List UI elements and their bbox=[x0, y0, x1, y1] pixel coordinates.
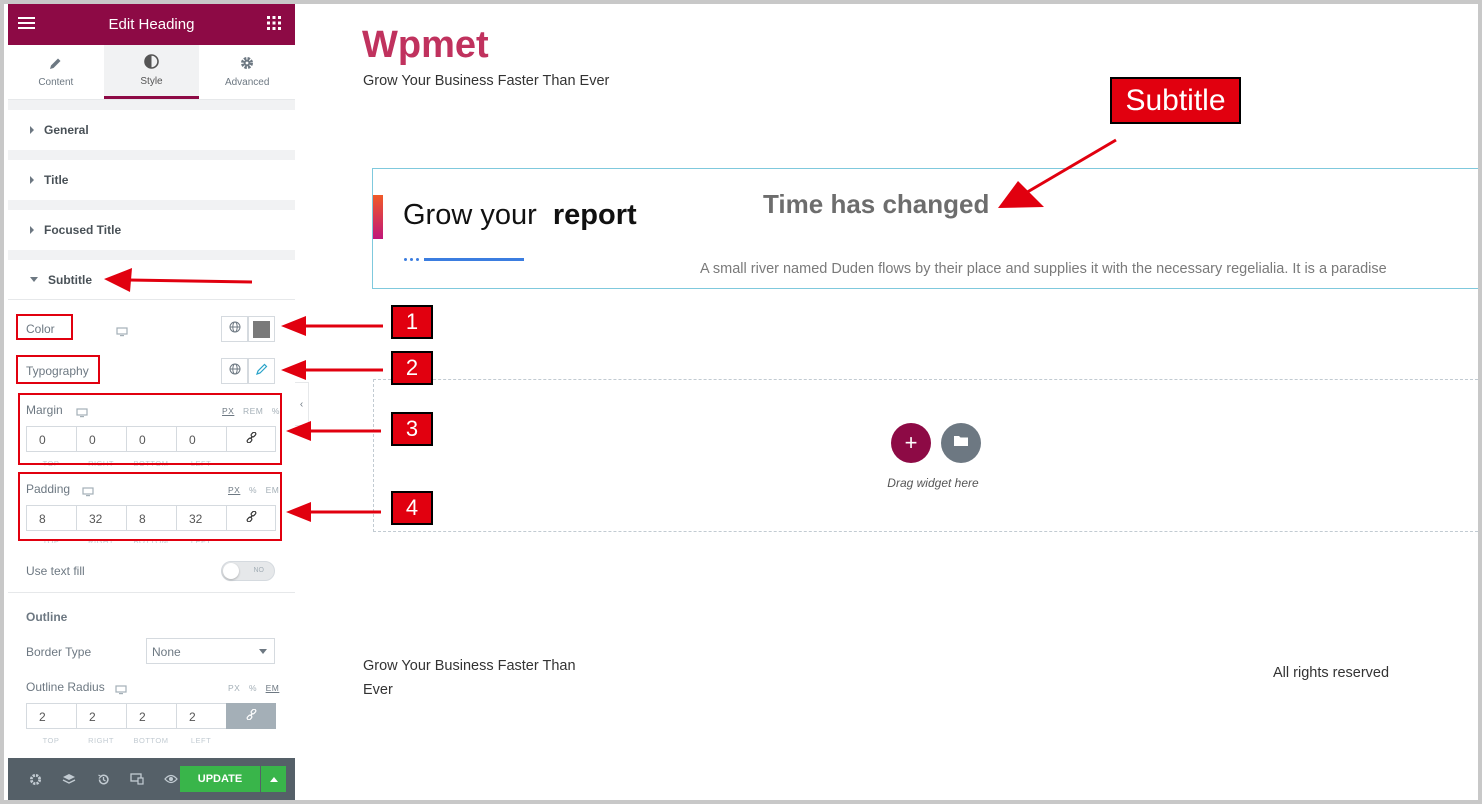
arrow-to-subtitle-section bbox=[104, 268, 253, 292]
annotation-arrows bbox=[104, 138, 1117, 522]
arrow-to-subtitle-text bbox=[998, 138, 1117, 208]
arrow-to-margin bbox=[286, 421, 381, 441]
arrow-to-typography bbox=[281, 360, 383, 380]
screenshot-frame: Edit Heading Content Style Advanced Gene… bbox=[4, 4, 1478, 800]
arrow-to-color bbox=[281, 316, 383, 336]
arrow-to-padding bbox=[286, 502, 381, 522]
